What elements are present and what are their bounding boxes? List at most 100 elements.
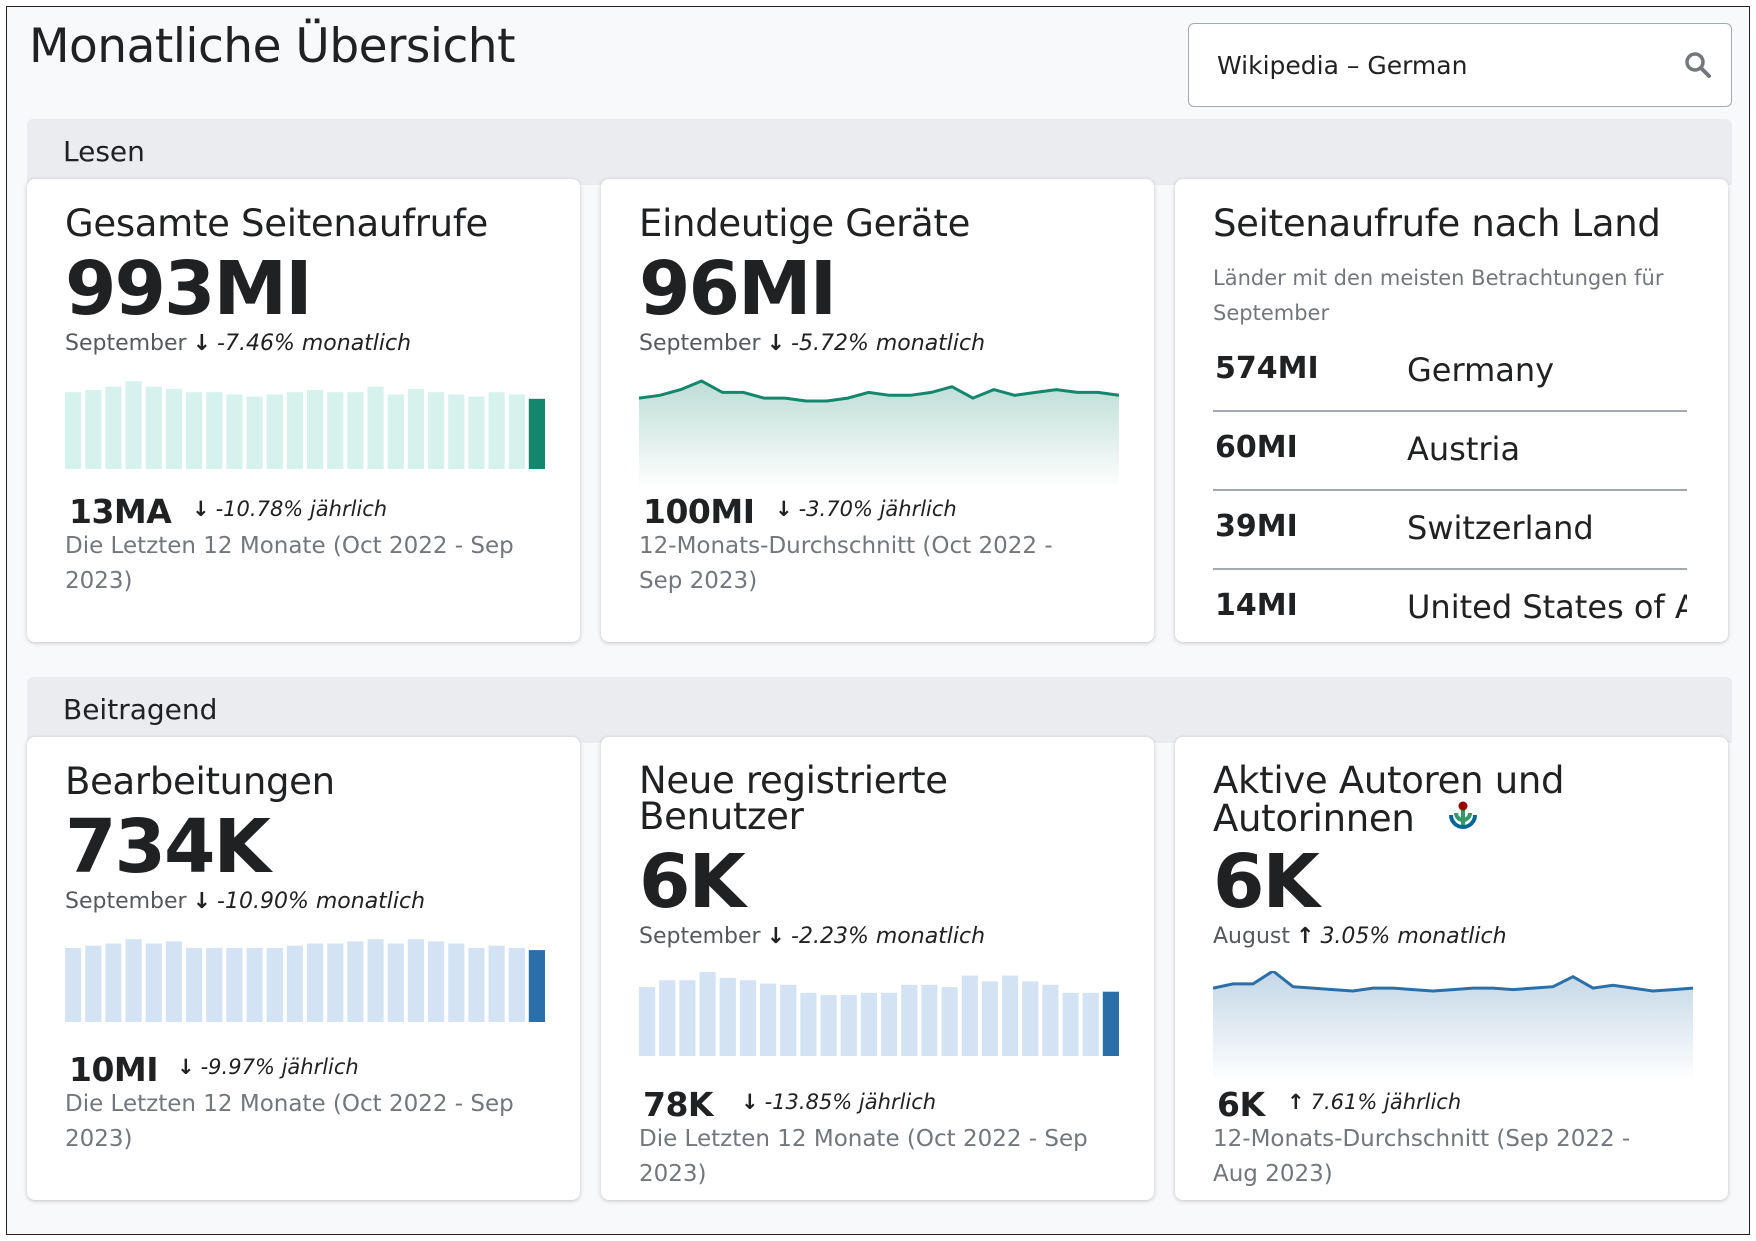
chart-bar bbox=[226, 947, 243, 1022]
yearly-change: ↓ -3.70% jährlich bbox=[775, 497, 957, 521]
period-label: Die Letzten 12 Monate (Oct 2022 - Sep 20… bbox=[639, 1126, 1088, 1187]
monthly-change: September ↓ -7.46% monatlich bbox=[65, 331, 411, 356]
chart-bar bbox=[186, 392, 203, 469]
month-change-value: -2.23% monatlich bbox=[791, 924, 986, 949]
section-label: Beitragend bbox=[63, 693, 218, 726]
chart-area bbox=[639, 381, 1119, 489]
total-value: 13MA bbox=[69, 492, 172, 531]
chart-bar bbox=[186, 947, 203, 1022]
card-new-registered-users[interactable]: Neue registrierte Benutzer 6K September ↓… bbox=[601, 737, 1154, 1200]
chart-bar bbox=[105, 943, 122, 1022]
app-frame: Monatliche Übersicht Wikipedia – German … bbox=[6, 6, 1750, 1235]
chart-bar bbox=[468, 396, 485, 469]
monthly-change: September ↓ -5.72% monatlich bbox=[639, 331, 985, 356]
card-title: Seitenaufrufe nach Land bbox=[1213, 202, 1661, 245]
chart-bar bbox=[659, 980, 676, 1056]
month-change-value: -5.72% monatlich bbox=[791, 331, 986, 356]
chart-bar bbox=[981, 981, 998, 1056]
section-header-contributing: Beitragend bbox=[27, 677, 1732, 743]
metric-value: 993MI bbox=[65, 246, 313, 332]
month-change-value: -10.90% monatlich bbox=[217, 889, 426, 914]
country-row: 574MI Germany bbox=[1213, 331, 1687, 412]
card-title: Gesamte Seitenaufrufe bbox=[65, 202, 489, 245]
chart-bar bbox=[246, 396, 263, 469]
metric-month: August bbox=[1213, 924, 1290, 949]
project-search-input[interactable]: Wikipedia – German bbox=[1188, 23, 1732, 107]
chart-bar bbox=[488, 945, 505, 1022]
chart-bar bbox=[367, 386, 384, 469]
chart-bar bbox=[719, 977, 736, 1056]
chart-bar bbox=[165, 941, 182, 1022]
card-title-line: Autorinnen bbox=[1213, 799, 1564, 837]
metric-month: September bbox=[639, 924, 761, 949]
chart-bar bbox=[145, 386, 162, 469]
chart-bar bbox=[448, 943, 465, 1022]
country-views: 574MI bbox=[1215, 351, 1319, 386]
period-label: 12-Monats-Durchschnitt (Oct 2022 - Sep 2… bbox=[639, 533, 1053, 594]
chart-bar bbox=[105, 386, 122, 469]
card-unique-devices[interactable]: Eindeutige Geräte 96MI September ↓ -5.72% … bbox=[601, 179, 1154, 642]
period-label: 12-Monats-Durchschnitt (Sep 2022 - Aug 2… bbox=[1213, 1126, 1631, 1187]
card-title: Eindeutige Geräte bbox=[639, 202, 971, 245]
chart-bar bbox=[941, 987, 958, 1056]
search-icon[interactable] bbox=[1683, 50, 1713, 80]
chart-bar bbox=[699, 972, 716, 1056]
month-change-value: -7.46% monatlich bbox=[217, 331, 412, 356]
arrow-down-icon: ↓ bbox=[766, 924, 786, 949]
chart-bar bbox=[961, 975, 978, 1056]
monthly-change: September ↓ -2.23% monatlich bbox=[639, 924, 985, 949]
metric-month: September bbox=[65, 889, 187, 914]
chart-bar bbox=[860, 992, 877, 1056]
arrow-down-icon: ↓ bbox=[192, 889, 212, 914]
card-subtitle: Länder mit den meisten Betrachtungen für… bbox=[1213, 266, 1664, 325]
chart-bar bbox=[85, 945, 102, 1022]
wikimedia-logo-icon bbox=[1448, 801, 1477, 829]
card-title: Neue registrierte Benutzer bbox=[639, 759, 948, 835]
chart-bar bbox=[840, 995, 857, 1056]
card-title: Bearbeitungen bbox=[65, 760, 335, 803]
chart-bar bbox=[65, 947, 82, 1022]
yearly-change: ↓ -9.97% jährlich bbox=[177, 1055, 359, 1079]
card-total-pageviews[interactable]: Gesamte Seitenaufrufe 993MI September ↓ -7… bbox=[27, 179, 580, 642]
metric-value: 6K bbox=[639, 839, 746, 925]
section-label: Lesen bbox=[63, 135, 145, 168]
chart-bar bbox=[347, 941, 364, 1022]
metric-value: 96MI bbox=[639, 246, 837, 332]
country-row: 39MI Switzerland bbox=[1213, 489, 1687, 570]
metric-month: September bbox=[65, 331, 187, 356]
yearly-change: ↓ -10.78% jährlich bbox=[192, 497, 387, 521]
pageviews-bar-chart bbox=[65, 381, 545, 469]
yearly-change: ↑ 7.61% jährlich bbox=[1287, 1090, 1461, 1114]
chart-bar bbox=[407, 388, 424, 469]
chart-bar bbox=[206, 947, 223, 1022]
card-title-line: Neue registrierte bbox=[639, 759, 948, 802]
card-title: Aktive Autoren und Autorinnen bbox=[1213, 762, 1565, 837]
chart-bar bbox=[226, 394, 243, 469]
monthly-change: September ↓ -10.90% monatlich bbox=[65, 889, 425, 914]
card-active-editors[interactable]: Aktive Autoren und Autorinnen 6K August ↑… bbox=[1175, 737, 1728, 1200]
chart-bar bbox=[739, 980, 756, 1056]
new-users-bar-chart bbox=[639, 972, 1119, 1056]
year-change-value: -9.97% jährlich bbox=[200, 1055, 359, 1079]
chart-bar bbox=[1002, 975, 1019, 1056]
metric-value: 734K bbox=[65, 804, 271, 890]
arrow-down-icon: ↓ bbox=[766, 331, 786, 356]
chart-bar bbox=[800, 992, 817, 1056]
chart-bar bbox=[1062, 992, 1079, 1056]
year-change-value: -10.78% jährlich bbox=[215, 497, 388, 521]
total-value: 78K bbox=[643, 1085, 714, 1124]
chart-bar bbox=[488, 392, 505, 469]
year-change-value: -13.85% jährlich bbox=[764, 1090, 937, 1114]
edits-bar-chart bbox=[65, 939, 545, 1022]
chart-bar bbox=[528, 950, 545, 1022]
arrow-down-icon: ↓ bbox=[192, 331, 212, 356]
chart-bar bbox=[327, 392, 344, 469]
card-edits[interactable]: Bearbeitungen 734K September ↓ -10.90% mon… bbox=[27, 737, 580, 1200]
chart-bar bbox=[145, 943, 162, 1022]
chart-bar bbox=[246, 947, 263, 1022]
chart-bar bbox=[327, 943, 344, 1022]
chart-bar bbox=[125, 381, 142, 469]
chart-bar bbox=[428, 392, 445, 469]
card-pageviews-by-country[interactable]: Seitenaufrufe nach Land Länder mit den m… bbox=[1175, 179, 1728, 642]
chart-bar bbox=[639, 987, 656, 1056]
